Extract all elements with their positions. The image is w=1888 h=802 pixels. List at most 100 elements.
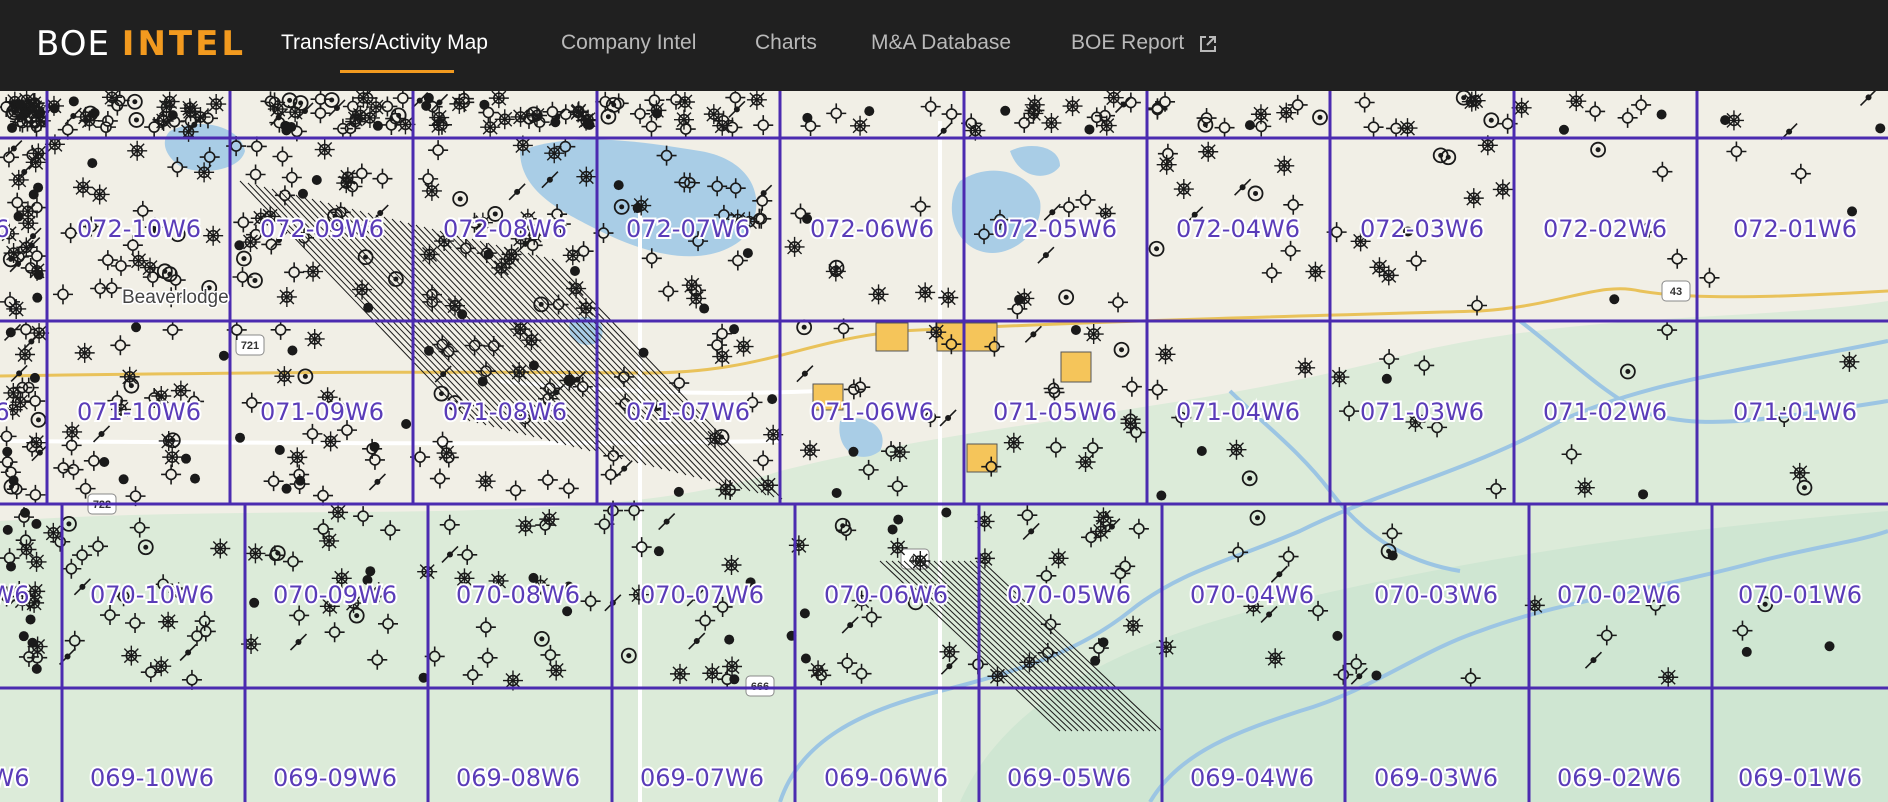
well-symbol (159, 91, 180, 112)
well-symbol (52, 284, 73, 305)
well-symbol (831, 487, 842, 498)
well-symbol (190, 473, 201, 484)
well-symbol (1699, 267, 1720, 288)
well-symbol (673, 486, 684, 497)
map-canvas[interactable]: 4340722721666 6072-10W6072-09W6072-08W60… (0, 91, 1888, 802)
township-label-069-06W6: 069-06W6 (824, 764, 948, 792)
well-symbol (1859, 91, 1877, 106)
township-label-070-10W6: 070-10W6 (90, 581, 214, 609)
township-label-071-08W6: 071-08W6 (443, 398, 567, 426)
well-symbol (304, 328, 325, 349)
boe-intel-logo[interactable]: BOE INTEL (36, 22, 246, 66)
well-symbol (25, 614, 36, 625)
well-symbol (889, 442, 910, 463)
well-symbol (0, 426, 17, 447)
well-symbol (1312, 109, 1328, 126)
well-symbol (20, 507, 31, 518)
well-symbol (287, 447, 308, 468)
well-symbol (181, 453, 192, 464)
township-label-069-02W6: 069-02W6 (1557, 764, 1681, 792)
well-symbol (5, 327, 16, 338)
well-symbol (582, 119, 593, 130)
well-symbol (8, 169, 29, 190)
well-symbol (1014, 288, 1035, 309)
well-symbol (799, 608, 810, 619)
well-symbol (27, 260, 48, 281)
well-symbol (194, 162, 215, 183)
township-label-072-09W6: 072-09W6 (260, 215, 384, 243)
well-symbol (569, 265, 580, 276)
township-label-072-01W6: 072-01W6 (1733, 215, 1857, 243)
well-symbol (297, 188, 308, 199)
well-symbol (18, 631, 29, 642)
nav-ma-database[interactable]: M&A Database (871, 28, 1011, 58)
well-symbol (247, 272, 263, 289)
well-symbol (1265, 648, 1286, 669)
township-label-072-10W6: 072-10W6 (77, 215, 201, 243)
well-symbol (128, 112, 145, 128)
well-symbol (15, 344, 36, 365)
well-symbol (272, 146, 293, 167)
well-symbol (674, 92, 695, 113)
township-label-W6: W6 (0, 581, 30, 609)
well-symbol (218, 350, 229, 361)
township-label-069-05W6: 069-05W6 (1007, 764, 1131, 792)
nav-company-intel[interactable]: Company Intel (561, 28, 696, 58)
well-symbol (428, 140, 449, 161)
well-symbol (658, 281, 679, 302)
well-symbol (848, 446, 859, 457)
highway-shield-666: 666 (745, 675, 775, 697)
well-symbol (87, 158, 98, 169)
well-symbol (274, 444, 285, 455)
well-symbol (281, 167, 302, 188)
well-symbol (1173, 179, 1194, 200)
well-symbol (558, 478, 579, 499)
well-symbol (421, 180, 442, 201)
well-symbol (1652, 161, 1673, 182)
nav-boe-report[interactable]: BOE Report (1071, 28, 1184, 58)
nav-transfers-activity-map[interactable]: Transfers/Activity Map (281, 28, 488, 58)
well-symbol (27, 637, 38, 648)
activity-map[interactable]: 4340722721666 6072-10W6072-09W6072-08W60… (0, 91, 1888, 802)
well-symbol (1386, 118, 1407, 139)
well-symbol (712, 346, 733, 367)
nav-charts[interactable]: Charts (755, 28, 817, 58)
place-labels: Beaverlodge (121, 286, 231, 310)
well-symbol (753, 115, 774, 136)
township-label-069-04W6: 069-04W6 (1190, 764, 1314, 792)
well-symbol (276, 286, 297, 307)
well-symbol (784, 236, 805, 257)
well-symbol (1147, 98, 1168, 119)
external-link-icon[interactable] (1198, 34, 1218, 54)
well-symbol (64, 107, 82, 125)
well-symbol (314, 139, 335, 160)
well-symbol (28, 189, 39, 200)
well-symbol (987, 666, 1008, 687)
well-symbol (1387, 550, 1398, 561)
well-symbol (1638, 489, 1649, 500)
well-symbol (1247, 185, 1264, 202)
well-symbol (1875, 123, 1886, 134)
well-symbol (887, 524, 898, 535)
township-label-W6: W6 (0, 764, 30, 792)
well-symbol (868, 284, 889, 305)
well-symbol (419, 244, 440, 265)
well-symbol (311, 174, 322, 185)
well-symbol (1123, 615, 1144, 636)
well-symbol (1667, 248, 1688, 269)
well-symbol (826, 103, 847, 124)
well-symbol (939, 409, 957, 427)
well-symbol (158, 611, 179, 632)
well-symbol (1741, 646, 1752, 657)
well-symbol (1147, 379, 1168, 400)
well-symbol (673, 109, 694, 130)
well-symbol (249, 597, 260, 608)
well-symbol (1658, 667, 1679, 688)
well-symbol (505, 480, 526, 501)
highway-shield-43: 43 (1661, 280, 1691, 302)
well-symbol (438, 341, 459, 362)
well-symbol (245, 543, 266, 564)
place-label-beaverlodge: Beaverlodge (122, 287, 229, 308)
well-symbol (1214, 117, 1235, 138)
well-symbol (722, 117, 743, 138)
